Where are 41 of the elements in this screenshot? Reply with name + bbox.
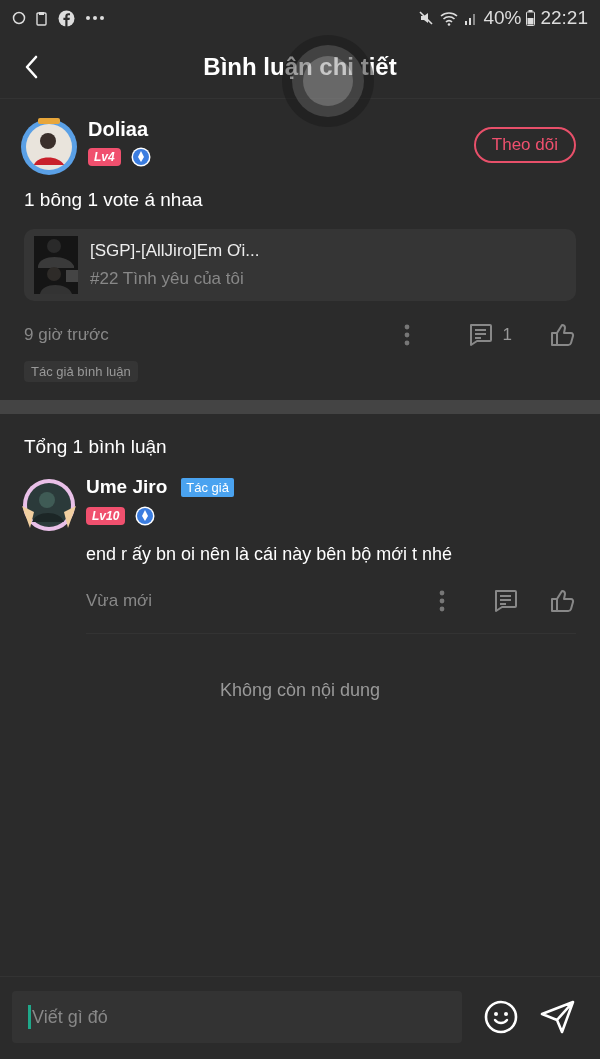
level-badge: Lv4 <box>88 148 121 166</box>
mute-icon <box>418 10 435 26</box>
more-options-icon[interactable] <box>439 590 445 612</box>
comment-icon[interactable] <box>467 323 493 347</box>
comment-time: 9 giờ trước <box>24 325 110 345</box>
clipboard-icon <box>36 10 48 26</box>
clock: 22:21 <box>540 7 588 29</box>
comment-text: 1 bông 1 vote á nhaa <box>24 189 204 211</box>
avatar[interactable] <box>18 115 80 177</box>
send-icon[interactable] <box>540 1000 576 1034</box>
avatar[interactable] <box>20 476 78 534</box>
back-icon[interactable] <box>24 55 38 79</box>
more-icon <box>85 15 105 21</box>
emoji-icon[interactable] <box>484 1000 518 1034</box>
page-title: Bình luận chi tiết <box>203 53 397 81</box>
reply-count: 1 <box>502 325 512 345</box>
story-card[interactable]: [SGP]-[AllJiro]Em Ơi... #22 Tình yêu của tôi <box>24 229 576 301</box>
author-comment-tag: Tác giả bình luận <box>24 361 138 382</box>
story-title: [SGP]-[AllJiro]Em Ơi... <box>90 241 260 261</box>
reply-time: Vừa mới <box>86 591 153 611</box>
pen-badge-icon <box>130 147 151 167</box>
battery-percent: 40% <box>483 7 522 29</box>
chapter-title: #22 Tình yêu của tôi <box>90 269 245 289</box>
follow-button[interactable]: Theo dõi <box>473 127 576 163</box>
circle-icon <box>12 11 26 25</box>
more-options-icon[interactable] <box>403 324 410 346</box>
pen-badge-icon <box>135 506 156 526</box>
reply-text: end r ấy bn oi nên là cái này bên bộ mới t nhé <box>86 544 454 565</box>
wifi-icon <box>439 10 460 26</box>
like-icon[interactable] <box>550 323 576 347</box>
like-icon[interactable] <box>550 589 576 613</box>
level-badge: Lv10 <box>86 507 126 525</box>
facebook-icon <box>58 9 75 27</box>
author-badge: Tác giả <box>181 477 234 497</box>
comment-input[interactable]: Viết gì đó <box>12 991 462 1043</box>
battery-icon <box>526 10 536 26</box>
end-of-content: Không còn nội dung <box>218 680 382 701</box>
username[interactable]: Doliaa <box>88 118 466 141</box>
comment-total: Tổng 1 bình luận <box>24 436 167 457</box>
username[interactable]: Ume Jiro <box>86 476 168 498</box>
comment-icon[interactable] <box>493 589 518 613</box>
